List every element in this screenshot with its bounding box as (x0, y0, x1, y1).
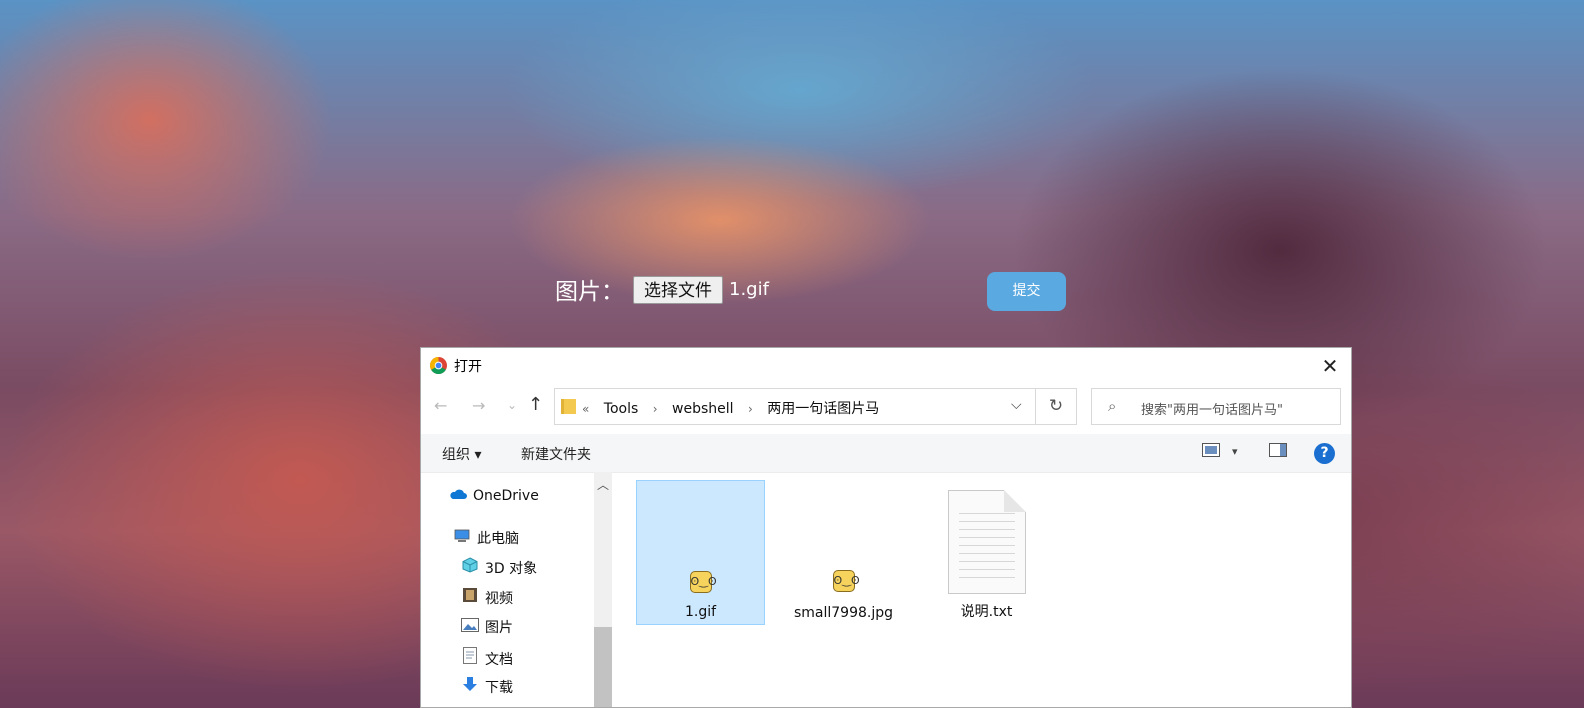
breadcrumb-item-webshell[interactable]: webshell (672, 401, 734, 417)
sidebar-item-label: 此电脑 (477, 531, 519, 547)
document-icon (461, 647, 479, 668)
view-icon (1202, 443, 1220, 457)
sidebar-item-pictures[interactable]: 图片 (461, 617, 513, 637)
search-box[interactable]: ⌕ 搜索"两用一句话图片马" (1091, 388, 1341, 425)
close-button[interactable]: ✕ (1318, 354, 1342, 378)
sidebar-item-label: 下载 (485, 680, 513, 696)
sidebar-item-videos[interactable]: 视频 (461, 587, 513, 608)
file-name: 1.gif (684, 604, 717, 620)
view-dropdown-icon[interactable]: ▾ (1232, 445, 1238, 458)
breadcrumb: « Tools › webshell › 两用一句话图片马 (582, 398, 889, 418)
refresh-icon: ↻ (1048, 396, 1064, 416)
sidebar-item-documents[interactable]: 文档 (461, 647, 513, 669)
chevron-down-icon[interactable]: ⌵ (1011, 397, 1022, 413)
download-arrow-icon (461, 676, 479, 696)
up-folder-button[interactable]: ↑ (528, 394, 543, 415)
file-item-1-gif[interactable]: ʘ‿ʘ 1.gif (636, 480, 765, 625)
recent-locations-dropdown[interactable]: ⌄ (507, 398, 517, 412)
back-button[interactable]: ← (434, 396, 447, 415)
picture-icon (461, 618, 479, 636)
search-icon: ⌕ (1108, 397, 1117, 415)
new-folder-button[interactable]: 新建文件夹 (521, 444, 591, 464)
preview-pane-button[interactable] (1269, 443, 1287, 461)
folder-icon (561, 399, 576, 414)
breadcrumb-item-tools[interactable]: Tools (604, 401, 639, 417)
refresh-button[interactable]: ↻ (1035, 389, 1076, 424)
forward-button[interactable]: → (472, 396, 485, 415)
search-placeholder: 搜索"两用一句话图片马" (1141, 403, 1283, 418)
text-file-icon (947, 490, 1026, 594)
preview-pane-icon (1269, 443, 1287, 457)
chevron-right-icon[interactable]: › (653, 402, 658, 416)
file-item-readme-txt[interactable]: 说明.txt (922, 480, 1051, 625)
submit-button[interactable]: 提交 (987, 272, 1066, 311)
sidebar-scrollbar[interactable]: ︿ (594, 472, 612, 707)
sidebar-item-3d-objects[interactable]: 3D 对象 (461, 557, 537, 578)
organize-menu[interactable]: 组织 ▾ (442, 444, 481, 464)
sidebar-item-label: 3D 对象 (485, 561, 538, 577)
cube-icon (461, 557, 479, 577)
cloud-icon (449, 488, 467, 504)
scrollbar-thumb[interactable] (594, 627, 612, 707)
scroll-up-arrow-icon[interactable]: ︿ (594, 476, 612, 493)
breadcrumb-overflow[interactable]: « (582, 402, 589, 416)
jpg-image-icon: ʘ‿ʘ (832, 570, 860, 592)
sidebar-item-label: 视频 (485, 591, 513, 607)
file-name: 说明.txt (960, 604, 1013, 620)
choose-file-button[interactable]: 选择文件 (633, 276, 723, 304)
sidebar-item-label: 图片 (485, 620, 513, 636)
picture-label: 图片： (555, 279, 624, 305)
open-file-dialog: 打开 ✕ ← → ⌄ ↑ « Tools › webshell › 两用一句话图… (420, 347, 1352, 708)
chrome-icon (430, 357, 447, 374)
file-name: small7998.jpg (793, 605, 894, 621)
gif-image-icon: ʘ‿ʘ (689, 571, 717, 593)
breadcrumb-item-current[interactable]: 两用一句话图片马 (767, 401, 879, 417)
sidebar-item-label: OneDrive (473, 488, 539, 504)
computer-icon (453, 529, 471, 547)
dialog-title: 打开 (454, 359, 482, 375)
sidebar-item-downloads[interactable]: 下载 (461, 676, 513, 697)
navigation-pane: OneDrive 此电脑 3D 对象 视频 图片 文档 下载 (421, 472, 611, 707)
file-list: ʘ‿ʘ 1.gif ʘ‿ʘ small7998.jpg 说明.txt (612, 472, 1351, 707)
sidebar-item-this-pc[interactable]: 此电脑 (453, 528, 519, 548)
address-bar[interactable]: « Tools › webshell › 两用一句话图片马 ⌵ ↻ (554, 388, 1077, 425)
sidebar-item-label: 文档 (485, 652, 513, 668)
navigation-bar: ← → ⌄ ↑ « Tools › webshell › 两用一句话图片马 ⌵ … (421, 386, 1351, 428)
file-item-small7998-jpg[interactable]: ʘ‿ʘ small7998.jpg (779, 480, 908, 625)
help-button[interactable]: ? (1314, 443, 1335, 464)
command-toolbar: 组织 ▾ 新建文件夹 ▾ (421, 434, 1351, 473)
view-options-button[interactable] (1202, 443, 1220, 461)
sidebar-item-onedrive[interactable]: OneDrive (449, 488, 539, 504)
chevron-right-icon[interactable]: › (748, 402, 753, 416)
dialog-titlebar: 打开 ✕ (421, 348, 1351, 382)
chosen-file-name: 1.gif (729, 279, 769, 300)
film-icon (461, 587, 479, 607)
